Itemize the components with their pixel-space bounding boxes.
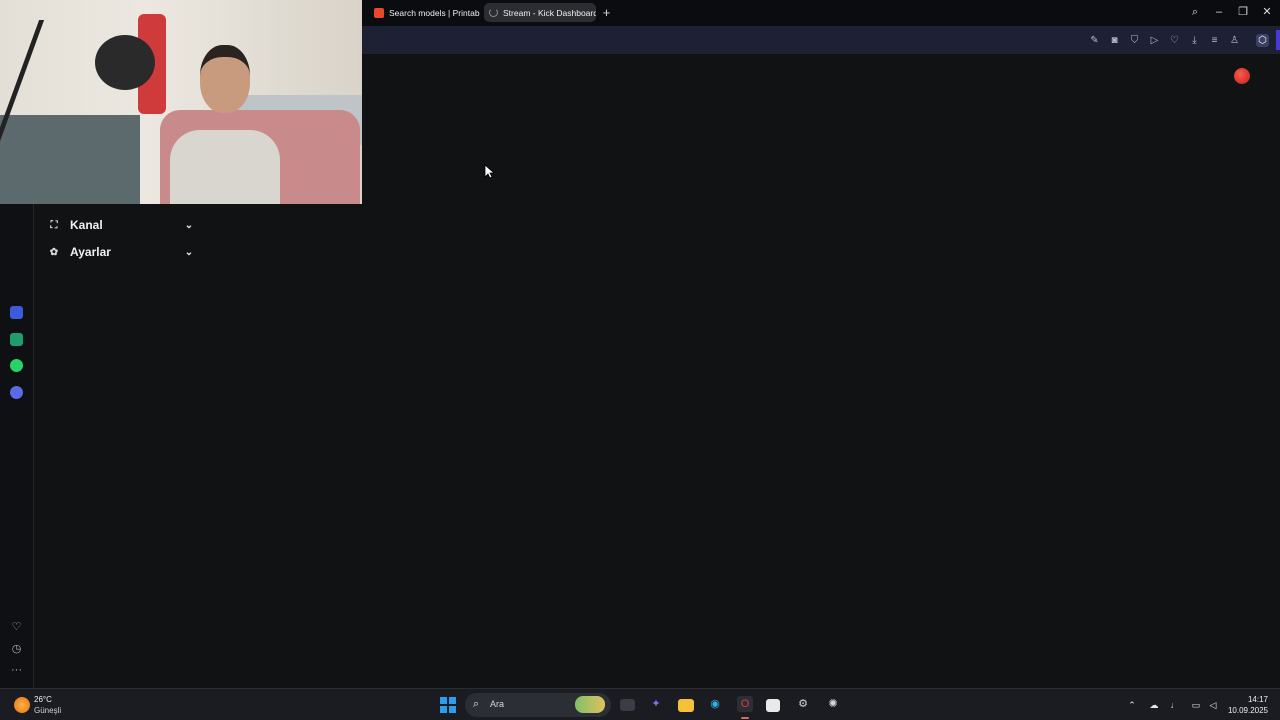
mouse-cursor-icon: [484, 164, 494, 179]
start-button[interactable]: [440, 697, 456, 713]
menu-item-label: Ayarlar: [70, 245, 111, 259]
menu-item-ayarlar[interactable]: ✿ Ayarlar ⌄: [48, 242, 196, 262]
heart-icon[interactable]: ♡: [9, 620, 24, 635]
onedrive-icon[interactable]: ☁: [1147, 698, 1161, 712]
tab-title: Stream - Kick Dashboard: [503, 7, 596, 18]
webcam-overlay: [0, 0, 362, 204]
clock-date[interactable]: 10.09.2025: [1228, 706, 1268, 715]
menu-icon[interactable]: ≡: [1208, 34, 1221, 47]
person-shirt: [170, 130, 280, 204]
task-view-icon[interactable]: [620, 699, 635, 711]
search-highlight-icon: [575, 696, 605, 713]
search-icon: ⌕: [473, 698, 480, 710]
play-icon[interactable]: ▷: [1148, 34, 1161, 47]
screen: Search models | Printables Stream - Kick…: [0, 0, 1280, 720]
chevron-down-icon: ⌄: [184, 219, 194, 231]
opera-icon[interactable]: O: [737, 696, 753, 712]
user-icon[interactable]: ♙: [1228, 34, 1241, 47]
shield-icon[interactable]: ⛉: [1128, 34, 1141, 47]
tab-kick-dashboard[interactable]: Stream - Kick Dashboard: [484, 3, 596, 22]
webcam-microphone: [95, 35, 155, 90]
microphone-icon[interactable]: ♩: [1168, 698, 1182, 712]
taskbar-search[interactable]: ⌕ Ara: [465, 693, 611, 717]
player-icon[interactable]: [10, 386, 23, 399]
heart-icon[interactable]: ♡: [1168, 34, 1181, 47]
person-head: [200, 45, 250, 113]
weather-temp: 26°C: [34, 695, 52, 704]
restore-button[interactable]: ❐: [1235, 4, 1251, 20]
weather-desc: Güneşli: [34, 706, 62, 715]
menu-item-kanal[interactable]: ⛶ Kanal ⌄: [48, 215, 196, 235]
more-icon[interactable]: ···: [9, 663, 24, 678]
volume-icon[interactable]: ◁: [1206, 698, 1220, 712]
aria-icon[interactable]: [10, 306, 23, 319]
network-icon[interactable]: ▭: [1189, 698, 1203, 712]
download-icon[interactable]: ⤓: [1188, 34, 1201, 47]
avatar[interactable]: [1234, 68, 1250, 84]
settings-icon: ✿: [49, 246, 59, 258]
tab-title: Search models | Printables: [389, 7, 480, 18]
clock-time[interactable]: 14:17: [1248, 695, 1268, 704]
edge-icon[interactable]: ◉: [707, 696, 723, 712]
printables-favicon-icon: [374, 7, 384, 18]
store-icon[interactable]: [766, 699, 780, 712]
tray-overflow-icon[interactable]: ⌃: [1125, 698, 1139, 712]
search-placeholder: Ara: [490, 699, 505, 709]
whatsapp-icon[interactable]: [10, 359, 23, 372]
cube-icon[interactable]: ⬡: [1256, 34, 1269, 47]
tab-printables[interactable]: Search models | Printables: [370, 3, 480, 22]
accent-bar: [1276, 30, 1280, 50]
edit-icon[interactable]: ✎: [1088, 34, 1101, 47]
close-button[interactable]: ✕: [1259, 4, 1275, 20]
search-tabs-button[interactable]: ⌕: [1187, 4, 1203, 20]
loading-spinner-icon: [489, 8, 498, 17]
weather-sun-icon[interactable]: [14, 697, 30, 713]
steam-icon[interactable]: ⚙: [795, 696, 811, 712]
camera-icon[interactable]: ◙: [1108, 34, 1121, 47]
menu-item-label: Kanal: [70, 218, 103, 232]
new-tab-button[interactable]: +: [599, 5, 614, 20]
minimize-button[interactable]: –: [1211, 4, 1227, 20]
file-explorer-icon[interactable]: [678, 699, 694, 712]
settings-app-icon[interactable]: ✺: [825, 696, 841, 712]
active-app-indicator: [741, 717, 749, 719]
windows-taskbar: 26°C Güneşli ⌕ Ara ✦ ◉ O ⚙ ✺ ⌃ ☁ ♩ ▭ ◁ 1…: [0, 688, 1280, 720]
history-icon[interactable]: ◷: [9, 642, 24, 657]
chevron-down-icon: ⌄: [184, 246, 194, 258]
chatgpt-icon[interactable]: [10, 333, 23, 346]
channel-icon: ⛶: [50, 219, 58, 231]
webcam-person: [158, 45, 310, 204]
copilot-icon[interactable]: ✦: [648, 696, 664, 712]
